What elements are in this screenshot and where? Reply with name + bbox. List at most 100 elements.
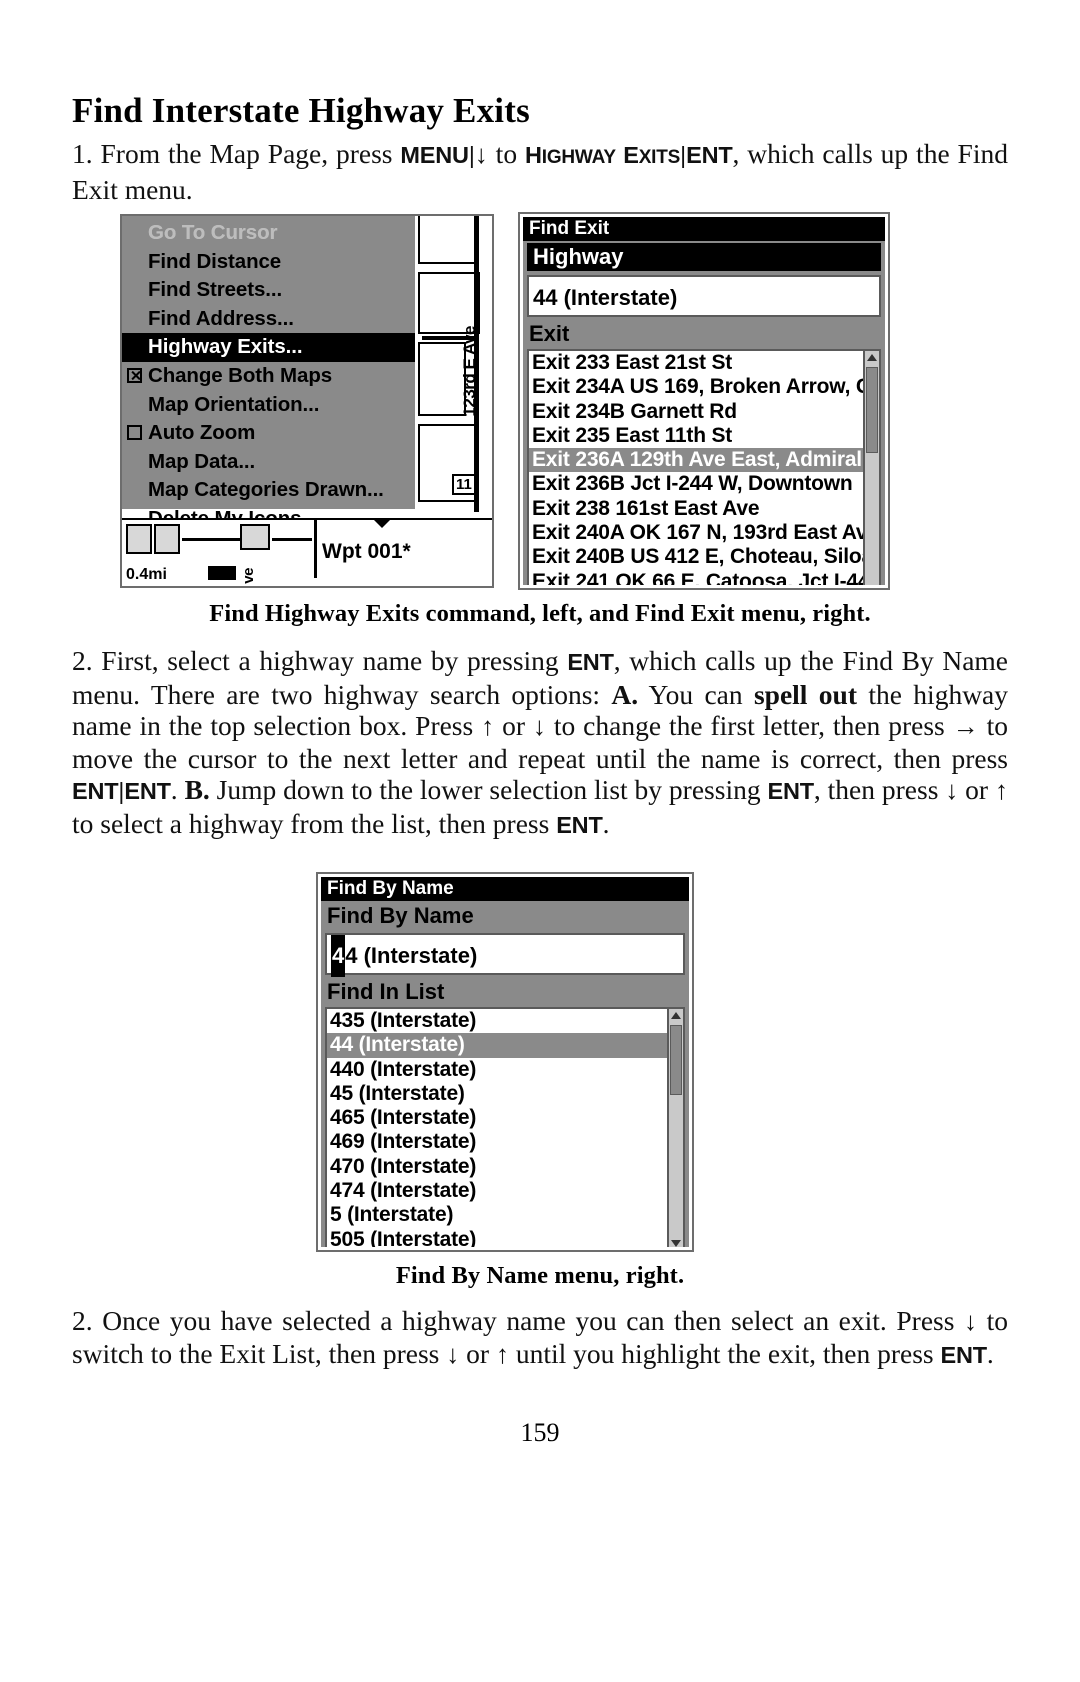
list-item[interactable]: 469 (Interstate): [327, 1130, 683, 1154]
list-item[interactable]: Exit 234B Garnett Rd: [529, 400, 879, 424]
list-item[interactable]: 435 (Interstate): [327, 1009, 683, 1033]
s3-t3: or: [459, 1337, 496, 1369]
arrow-up-icon-3: ↑: [495, 1339, 509, 1369]
find-exit-title-bar: Find Exit: [523, 217, 885, 241]
list-item[interactable]: 474 (Interstate): [327, 1179, 683, 1203]
map-road-block-1: [418, 216, 478, 264]
find-by-name-title-bar: Find By Name: [321, 877, 689, 901]
list-item[interactable]: Exit 241 OK 66 E, Catoosa, Jct I-44: [529, 570, 879, 585]
menu-item-map-orientation[interactable]: Map Orientation...: [122, 391, 415, 420]
scroll-down-arrow-icon[interactable]: [671, 1240, 681, 1247]
map-exit-badge: 11: [452, 474, 476, 495]
menu-item-auto-zoom[interactable]: Auto Zoom: [122, 419, 415, 448]
scrollbar-thumb[interactable]: [670, 1025, 682, 1095]
map-line-c: [314, 520, 317, 578]
find-by-name-field-label: Find By Name: [327, 903, 474, 928]
list-item[interactable]: 45 (Interstate): [327, 1082, 683, 1106]
key-ent-7: ENT: [940, 1341, 988, 1368]
list-item[interactable]: Exit 236B Jct I-244 W, Downtown: [529, 472, 879, 496]
menu-item-go-to-cursor: Go To Cursor: [122, 219, 415, 248]
list-item-selected[interactable]: Exit 236A 129th Ave East, Admiral: [529, 448, 879, 473]
exit-list-scrollbar[interactable]: [863, 351, 879, 585]
document-page: Find Interstate Highway Exits 1. From th…: [0, 0, 1080, 1682]
checkbox-checked-icon[interactable]: [127, 367, 142, 383]
menu-item-label: Map Data...: [148, 449, 256, 473]
exit-list-label: Exit: [529, 321, 570, 346]
menu-item-find-address[interactable]: Find Address...: [122, 305, 415, 334]
map-line-a: [182, 538, 240, 541]
list-item[interactable]: 465 (Interstate): [327, 1106, 683, 1130]
zoom-bar-icon: [208, 566, 236, 580]
list-item-selected[interactable]: 44 (Interstate): [327, 1033, 683, 1058]
list-item[interactable]: Exit 238 161st East Ave: [529, 497, 879, 521]
s2-t6: to change the first letter, then press: [545, 710, 953, 741]
arrow-down-icon-2: ↓: [532, 712, 546, 741]
s2-t3: You can: [638, 678, 754, 710]
s2-t1: 2. First, select a highway name by press…: [72, 645, 568, 676]
paragraph-step-2: 2. First, select a highway name by press…: [72, 645, 1008, 841]
menu-item-label: Map Categories Drawn...: [148, 478, 384, 502]
emphasis-spell-out: spell out: [753, 678, 858, 710]
key-highway-exits: HIGHWAY EXITS: [524, 142, 681, 168]
list-item[interactable]: Exit 240A OK 167 N, 193rd East Av: [529, 521, 879, 545]
trident-icon-2: [154, 524, 180, 554]
key-ent-2: ENT: [567, 649, 614, 675]
map-line-b: [272, 538, 312, 541]
menu-item-find-distance[interactable]: Find Distance: [122, 248, 415, 277]
figure-find-exit-menu: Find Exit Highway 44 (Interstate) Exit E…: [518, 212, 890, 590]
menu-item-change-both-maps[interactable]: Change Both Maps: [122, 362, 415, 391]
list-item[interactable]: Exit 234A US 169, Broken Arrow, C: [529, 375, 879, 399]
list-item[interactable]: 505 (Interstate): [327, 1228, 683, 1247]
arrow-right-icon: →: [952, 712, 979, 741]
highway-field-label: Highway: [527, 243, 881, 271]
step1-mid: to: [487, 138, 525, 169]
find-in-list[interactable]: 435 (Interstate) 44 (Interstate) 440 (In…: [325, 1007, 685, 1247]
waypoint-label: Wpt 001*: [322, 540, 411, 563]
scrollbar-thumb[interactable]: [866, 367, 878, 453]
list-item[interactable]: Exit 233 East 21st St: [529, 351, 879, 375]
s2-t10: , then press: [813, 774, 946, 805]
arrow-down-icon-3: ↓: [945, 776, 959, 805]
find-in-list-scrollbar[interactable]: [667, 1009, 683, 1247]
s2-t11: or: [958, 774, 995, 805]
map-layers-icon: [240, 524, 270, 550]
checkbox-unchecked-icon[interactable]: [127, 425, 142, 441]
list-item[interactable]: Exit 240B US 412 E, Choteau, Siloa: [529, 545, 879, 569]
s2-t8: .: [170, 774, 185, 805]
menu-item-map-categories-drawn[interactable]: Map Categories Drawn...: [122, 476, 415, 505]
s2-t9: Jump down to the lower selection list by…: [209, 774, 768, 805]
option-a-label: A.: [611, 678, 639, 710]
list-item[interactable]: 470 (Interstate): [327, 1155, 683, 1179]
menu-item-map-data[interactable]: Map Data...: [122, 448, 415, 477]
list-item[interactable]: 5 (Interstate): [327, 1203, 683, 1227]
map-street-label: 123rd E Ave: [460, 326, 479, 417]
menu-item-highway-exits[interactable]: Highway Exits...: [122, 333, 415, 362]
arrow-up-icon-2: ↑: [994, 776, 1008, 805]
key-menu: MENU: [400, 142, 469, 168]
s3-t4: until you highlight the exit, then press: [508, 1337, 941, 1369]
s3-t1: 2. Once you have selected a highway name…: [72, 1305, 965, 1336]
exit-list[interactable]: Exit 233 East 21st St Exit 234A US 169, …: [527, 349, 881, 585]
key-ent-3: ENT: [72, 778, 119, 804]
find-by-name-input[interactable]: 44 (Interstate): [325, 933, 685, 977]
list-item[interactable]: 440 (Interstate): [327, 1058, 683, 1082]
figure-caption-1: Find Highway Exits command, left, and Fi…: [209, 600, 871, 627]
menu-item-find-streets[interactable]: Find Streets...: [122, 276, 415, 305]
menu-item-label: Map Orientation...: [148, 392, 320, 416]
scroll-up-arrow-icon[interactable]: [867, 354, 877, 361]
menu-item-label: Auto Zoom: [148, 421, 256, 445]
map-page-menu[interactable]: Go To Cursor Find Distance Find Streets.…: [122, 216, 418, 530]
menu-item-label: Find Streets...: [148, 278, 283, 302]
list-item[interactable]: Exit 235 East 11th St: [529, 424, 879, 448]
highway-value-box[interactable]: 44 (Interstate): [527, 275, 881, 317]
text-cursor: 4: [331, 935, 346, 977]
scroll-up-arrow-icon[interactable]: [671, 1012, 681, 1019]
page-title: Find Interstate Highway Exits: [72, 91, 530, 130]
page-number: 159: [520, 1418, 560, 1447]
arrow-down-icon: ↓: [474, 140, 488, 169]
key-ent-4: ENT: [124, 778, 171, 804]
trident-icon-1: [126, 524, 152, 554]
menu-item-label: Change Both Maps: [148, 363, 333, 387]
option-b-label: B.: [184, 774, 210, 805]
map-cursor-icon: [372, 518, 392, 538]
